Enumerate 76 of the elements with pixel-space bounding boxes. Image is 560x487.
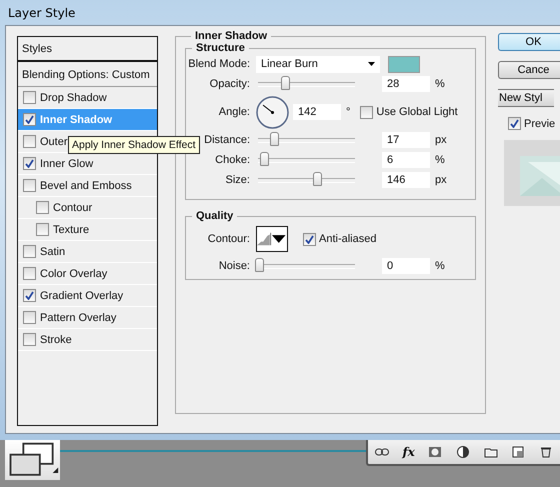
checkbox[interactable] (360, 106, 374, 118)
contour-picker[interactable] (256, 226, 288, 252)
checkbox[interactable] (23, 157, 36, 170)
checkbox-label: Previe (524, 118, 556, 130)
field-label: Contour: (206, 233, 251, 245)
unit-label: px (435, 134, 447, 146)
angle-dial[interactable] (256, 96, 289, 128)
number-field[interactable]: 0 (382, 258, 430, 274)
checkbox[interactable] (23, 311, 36, 324)
checkbox[interactable] (303, 232, 316, 246)
list-item[interactable]: Gradient Overlay (40, 290, 124, 302)
dialog-button[interactable]: OK (498, 33, 560, 51)
list-item[interactable]: Pattern Overlay (40, 312, 116, 324)
list-item[interactable]: Outer (40, 136, 68, 148)
blend-mode-dropdown[interactable]: Linear Burn (256, 56, 380, 72)
window-title: Layer Style (8, 6, 76, 20)
list-item[interactable]: Bevel and Emboss (40, 180, 132, 192)
checkbox[interactable] (23, 135, 36, 148)
checkbox[interactable] (23, 333, 36, 346)
list-item[interactable]: Blending Options: Custom (22, 69, 150, 81)
checkbox[interactable] (23, 245, 36, 258)
checkbox-label: Anti-aliased (319, 233, 376, 245)
trash-icon[interactable] (539, 446, 554, 458)
checkbox[interactable] (23, 289, 36, 302)
tooltip: Apply Inner Shadow Effect (68, 136, 200, 154)
unit-label: ° (346, 106, 350, 118)
slider-thumb[interactable] (313, 172, 322, 186)
section-title: Structure (195, 42, 246, 54)
dialog-button[interactable]: Cance (498, 61, 560, 79)
checkbox[interactable] (36, 223, 49, 236)
list-item[interactable]: Contour (53, 202, 92, 214)
list-item[interactable]: Satin (40, 246, 66, 258)
slider-thumb[interactable] (255, 258, 264, 272)
checkbox[interactable] (23, 91, 36, 104)
list-item[interactable]: Color Overlay (40, 268, 108, 280)
number-field[interactable]: 6 (382, 152, 430, 168)
number-field[interactable]: 142 (293, 104, 341, 120)
number-field[interactable]: 28 (382, 76, 430, 92)
section-title: Inner Shadow (194, 30, 268, 42)
field-label: Size: (224, 174, 251, 186)
checkbox[interactable] (23, 179, 36, 192)
unit-label: px (435, 174, 447, 186)
mask-icon[interactable] (428, 446, 442, 458)
field-label: Angle: (218, 106, 251, 118)
field-label: Noise: (218, 260, 251, 272)
list-item[interactable]: Inner Glow (40, 158, 94, 170)
unit-label: % (435, 78, 445, 90)
list-item[interactable]: Drop Shadow (40, 92, 107, 104)
list-item[interactable]: Texture (53, 224, 90, 236)
new-layer-icon[interactable] (511, 446, 526, 458)
number-field[interactable]: 17 (382, 132, 430, 148)
field-label: Blend Mode: (187, 58, 251, 70)
slider-thumb[interactable] (270, 132, 279, 146)
dialog-button[interactable]: New Styl (498, 89, 554, 107)
slider-thumb[interactable] (260, 152, 269, 166)
field-label: Choke: (214, 154, 251, 166)
checkbox[interactable] (23, 113, 36, 126)
folder-icon[interactable] (484, 446, 498, 458)
checkbox[interactable] (508, 117, 521, 130)
checkbox[interactable] (36, 201, 49, 214)
checkbox[interactable] (23, 267, 36, 280)
slider-thumb[interactable] (281, 76, 290, 90)
fx-button[interactable]: fx (402, 445, 415, 459)
link-icon[interactable] (374, 446, 389, 458)
half-circle-icon[interactable] (456, 446, 470, 458)
list-header: Styles (22, 42, 52, 54)
color-swatch[interactable] (388, 56, 420, 72)
panel-tab[interactable] (5, 440, 60, 480)
number-field[interactable]: 146 (382, 172, 430, 188)
list-item[interactable]: Stroke (40, 334, 72, 346)
unit-label: % (435, 154, 445, 166)
unit-label: % (435, 260, 445, 272)
field-label: Opacity: (208, 78, 251, 90)
checkbox-label: Use Global Light (376, 106, 458, 118)
section-title: Quality (195, 210, 234, 222)
caret-icon (368, 62, 375, 66)
